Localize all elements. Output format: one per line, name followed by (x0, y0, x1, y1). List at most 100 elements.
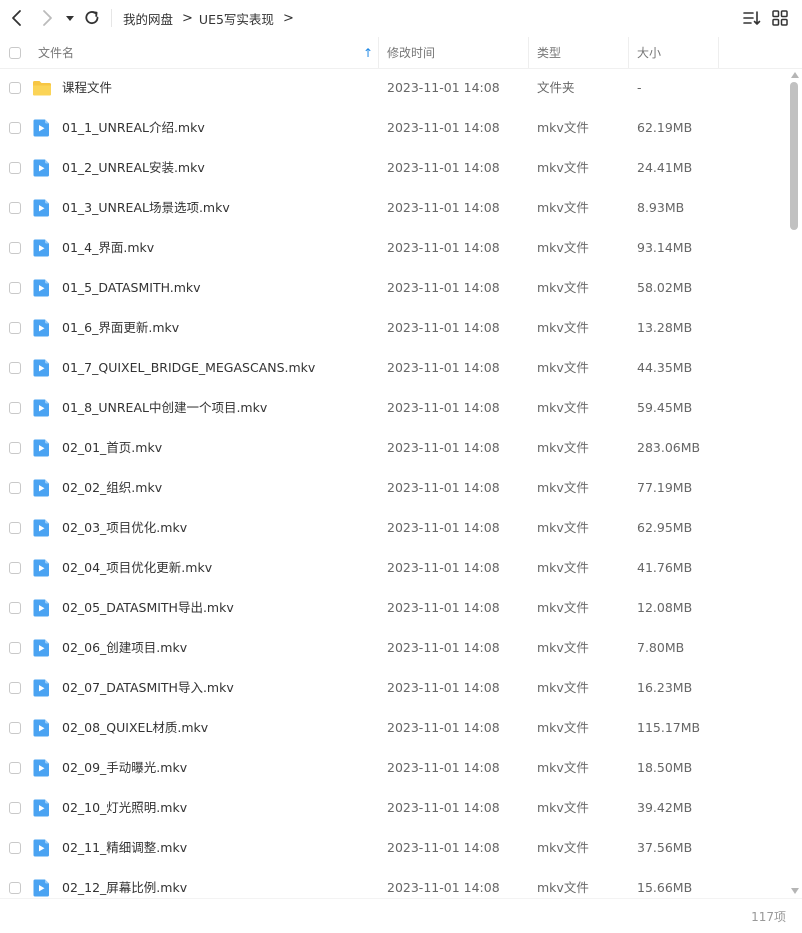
file-row[interactable]: 01_3_UNREAL场景选项.mkv 2023-11-01 14:08 mkv文件… (0, 188, 786, 228)
file-name[interactable]: 02_02_组织.mkv (62, 468, 162, 508)
chevron-right-icon (43, 10, 52, 26)
file-size: 12.08MB (637, 600, 693, 615)
row-checkbox[interactable] (9, 802, 21, 814)
history-dropdown-button[interactable] (61, 8, 79, 28)
breadcrumb-current-folder[interactable]: UE5写实表现 (199, 9, 274, 28)
file-row[interactable]: 01_5_DATASMITH.mkv 2023-11-01 14:08 mkv文件 5… (0, 268, 786, 308)
refresh-button[interactable] (82, 8, 102, 28)
row-checkbox[interactable] (9, 322, 21, 334)
scroll-up-arrow-icon[interactable] (791, 72, 799, 78)
video-file-icon (32, 558, 52, 578)
file-row[interactable]: 02_12_屏幕比例.mkv 2023-11-01 14:08 mkv文件 15.66… (0, 868, 786, 898)
back-button[interactable] (7, 8, 27, 28)
row-checkbox[interactable] (9, 762, 21, 774)
file-row[interactable]: 02_01_首页.mkv 2023-11-01 14:08 mkv文件 283.06M… (0, 428, 786, 468)
file-name[interactable]: 02_07_DATASMITH导入.mkv (62, 668, 234, 708)
file-name[interactable]: 02_08_QUIXEL材质.mkv (62, 708, 208, 748)
row-checkbox[interactable] (9, 842, 21, 854)
file-type: mkv文件 (537, 880, 589, 895)
column-type[interactable]: 类型 (537, 37, 561, 68)
column-divider[interactable] (718, 37, 719, 68)
view-toggle-button[interactable] (770, 8, 790, 28)
column-name[interactable]: 文件名 ↑ (38, 37, 378, 68)
column-size[interactable]: 大小 (637, 37, 661, 68)
file-row[interactable]: 01_6_界面更新.mkv 2023-11-01 14:08 mkv文件 13.28M… (0, 308, 786, 348)
row-checkbox[interactable] (9, 682, 21, 694)
row-checkbox[interactable] (9, 122, 21, 134)
file-name[interactable]: 02_06_创建项目.mkv (62, 628, 187, 668)
file-name[interactable]: 02_03_项目优化.mkv (62, 508, 187, 548)
row-checkbox[interactable] (9, 162, 21, 174)
row-checkbox[interactable] (9, 362, 21, 374)
row-checkbox[interactable] (9, 722, 21, 734)
row-checkbox[interactable] (9, 882, 21, 894)
column-modified-label: 修改时间 (387, 46, 436, 60)
file-type: mkv文件 (537, 120, 589, 135)
breadcrumb-root[interactable]: 我的网盘 (123, 9, 173, 28)
file-row[interactable]: 课程文件 2023-11-01 14:08 文件夹 - (0, 68, 786, 108)
row-checkbox[interactable] (9, 602, 21, 614)
file-name[interactable]: 02_05_DATASMITH导出.mkv (62, 588, 234, 628)
file-row[interactable]: 02_04_项目优化更新.mkv 2023-11-01 14:08 mkv文件 41.… (0, 548, 786, 588)
scrollbar-thumb[interactable] (790, 82, 798, 230)
file-row[interactable]: 02_02_组织.mkv 2023-11-01 14:08 mkv文件 77.19MB (0, 468, 786, 508)
file-name[interactable]: 02_10_灯光照明.mkv (62, 788, 187, 828)
file-modified-time: 2023-11-01 14:08 (387, 600, 500, 615)
breadcrumb: 我的网盘 > UE5写实表现 > (123, 9, 300, 28)
file-name[interactable]: 02_04_项目优化更新.mkv (62, 548, 212, 588)
file-row[interactable]: 01_8_UNREAL中创建一个项目.mkv 2023-11-01 14:08 mk… (0, 388, 786, 428)
row-checkbox[interactable] (9, 202, 21, 214)
file-row[interactable]: 02_10_灯光照明.mkv 2023-11-01 14:08 mkv文件 39.42… (0, 788, 786, 828)
file-name[interactable]: 02_12_屏幕比例.mkv (62, 868, 187, 898)
file-row[interactable]: 02_05_DATASMITH导出.mkv 2023-11-01 14:08 mkv… (0, 588, 786, 628)
file-name[interactable]: 01_2_UNREAL安装.mkv (62, 148, 205, 188)
row-checkbox[interactable] (9, 642, 21, 654)
row-checkbox[interactable] (9, 82, 21, 94)
select-all-checkbox[interactable] (9, 46, 21, 59)
column-divider[interactable] (528, 37, 529, 68)
file-row[interactable]: 02_07_DATASMITH导入.mkv 2023-11-01 14:08 mkv… (0, 668, 786, 708)
file-row[interactable]: 02_06_创建项目.mkv 2023-11-01 14:08 mkv文件 7.80M… (0, 628, 786, 668)
sort-button[interactable] (742, 8, 762, 28)
row-checkbox[interactable] (9, 482, 21, 494)
column-divider[interactable] (628, 37, 629, 68)
vertical-scrollbar[interactable] (788, 70, 800, 898)
scroll-down-arrow-icon[interactable] (791, 888, 799, 894)
file-size: 39.42MB (637, 800, 693, 815)
file-name[interactable]: 02_01_首页.mkv (62, 428, 162, 468)
file-type: mkv文件 (537, 320, 589, 335)
file-row[interactable]: 01_2_UNREAL安装.mkv 2023-11-01 14:08 mkv文件 24… (0, 148, 786, 188)
file-type: mkv文件 (537, 480, 589, 495)
file-row[interactable]: 02_08_QUIXEL材质.mkv 2023-11-01 14:08 mkv文件 1… (0, 708, 786, 748)
row-checkbox[interactable] (9, 282, 21, 294)
row-checkbox[interactable] (9, 242, 21, 254)
file-row[interactable]: 01_1_UNREAL介绍.mkv 2023-11-01 14:08 mkv文件 62… (0, 108, 786, 148)
row-checkbox[interactable] (9, 402, 21, 414)
file-name[interactable]: 01_8_UNREAL中创建一个项目.mkv (62, 388, 267, 428)
file-name[interactable]: 01_7_QUIXEL_BRIDGE_MEGASCANS.mkv (62, 348, 315, 388)
row-checkbox[interactable] (9, 562, 21, 574)
forward-button[interactable] (37, 8, 57, 28)
file-name[interactable]: 02_09_手动曝光.mkv (62, 748, 187, 788)
column-modified[interactable]: 修改时间 (387, 37, 435, 68)
file-name[interactable]: 01_6_界面更新.mkv (62, 308, 179, 348)
video-file-icon (32, 758, 52, 778)
file-modified-time: 2023-11-01 14:08 (387, 720, 500, 735)
file-modified-time: 2023-11-01 14:08 (387, 840, 500, 855)
file-name[interactable]: 01_4_界面.mkv (62, 228, 154, 268)
select-all-checkbox-cell[interactable] (9, 37, 21, 68)
column-divider[interactable] (378, 37, 379, 68)
row-checkbox[interactable] (9, 442, 21, 454)
file-row[interactable]: 02_11_精细调整.mkv 2023-11-01 14:08 mkv文件 37.56… (0, 828, 786, 868)
file-name[interactable]: 02_11_精细调整.mkv (62, 828, 187, 868)
video-file-icon (32, 158, 52, 178)
file-name[interactable]: 01_5_DATASMITH.mkv (62, 268, 201, 308)
file-name[interactable]: 课程文件 (62, 68, 112, 108)
file-row[interactable]: 02_09_手动曝光.mkv 2023-11-01 14:08 mkv文件 18.50… (0, 748, 786, 788)
file-name[interactable]: 01_3_UNREAL场景选项.mkv (62, 188, 230, 228)
file-row[interactable]: 02_03_项目优化.mkv 2023-11-01 14:08 mkv文件 62.95… (0, 508, 786, 548)
file-row[interactable]: 01_4_界面.mkv 2023-11-01 14:08 mkv文件 93.14MB (0, 228, 786, 268)
file-name[interactable]: 01_1_UNREAL介绍.mkv (62, 108, 205, 148)
file-row[interactable]: 01_7_QUIXEL_BRIDGE_MEGASCANS.mkv 2023-11-… (0, 348, 786, 388)
row-checkbox[interactable] (9, 522, 21, 534)
